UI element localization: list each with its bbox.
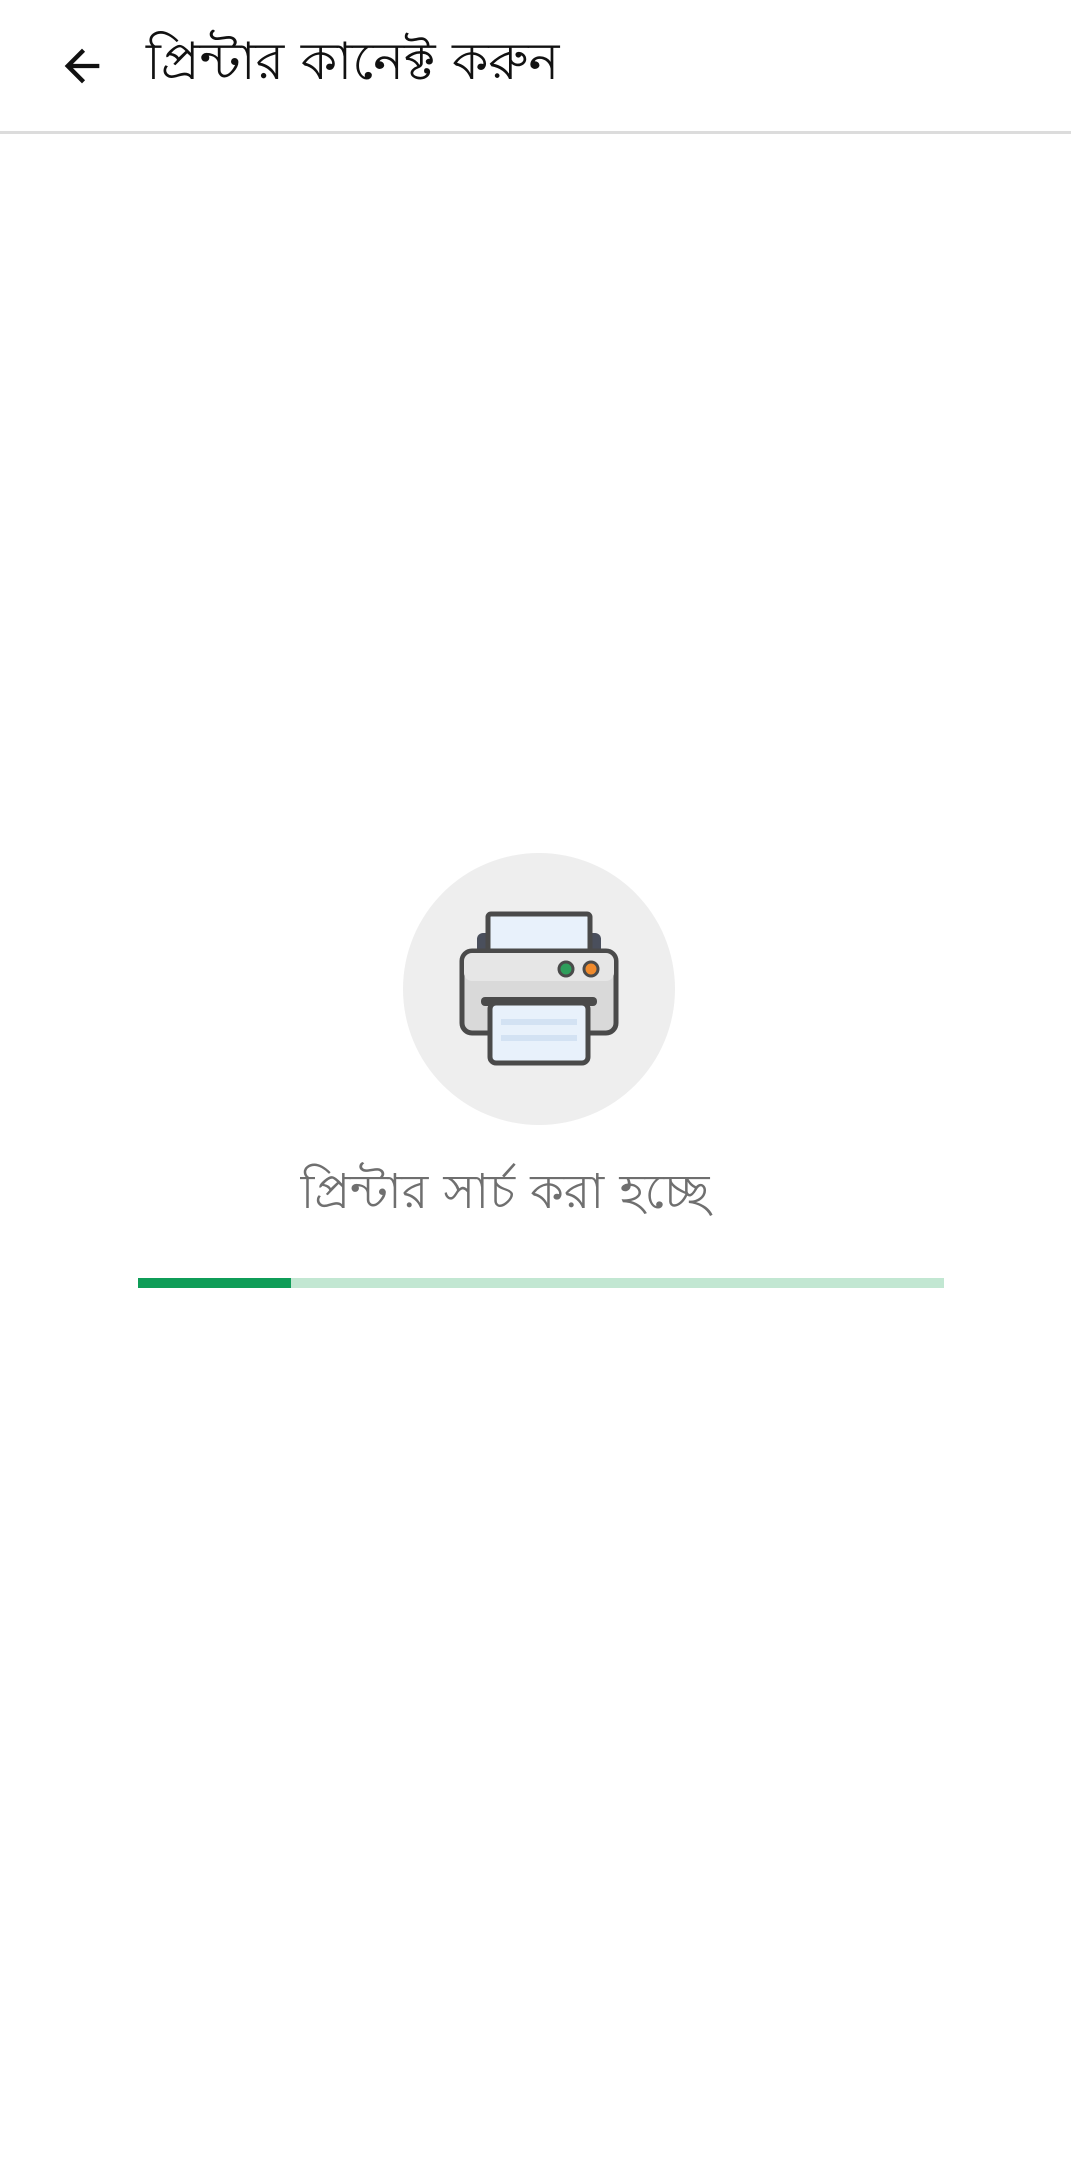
printer-illustration (403, 853, 675, 1125)
arrow-back-icon (64, 48, 100, 84)
status-text: প্রিন্টার সার্চ করা হচ্ছে (300, 1164, 710, 1220)
progress-bar (138, 1278, 944, 1288)
page-title: প্রিন্টার কানেক্ট করুন (146, 32, 560, 92)
progress-bar-fill (138, 1278, 292, 1288)
app-bar: প্রিন্টার কানেক্ট করুন (0, 0, 1071, 134)
back-button[interactable] (40, 24, 124, 108)
printer-icon (459, 911, 619, 1066)
